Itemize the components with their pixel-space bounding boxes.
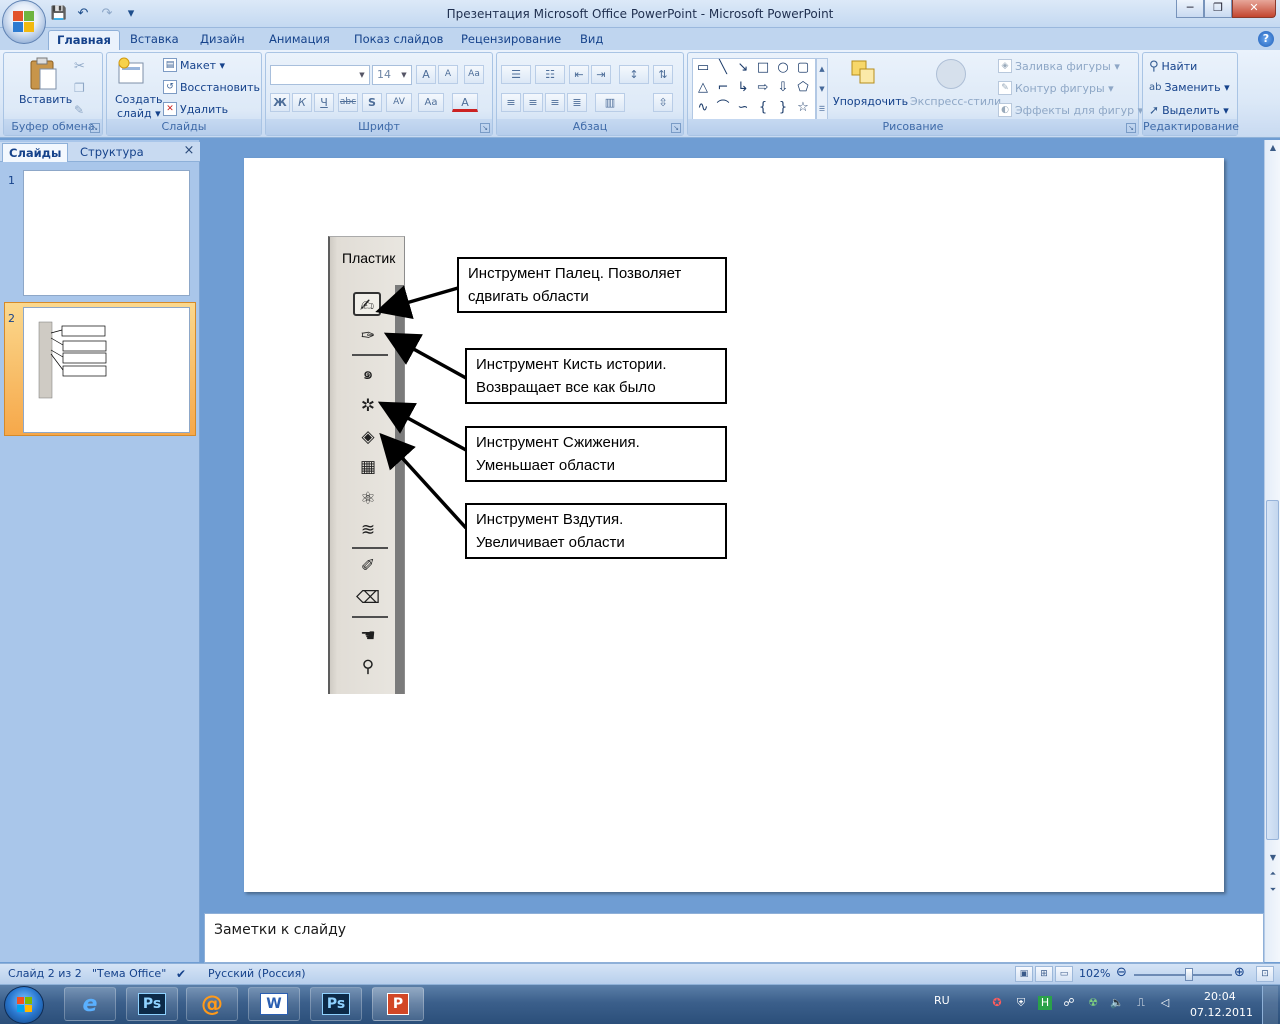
windows-logo-icon <box>17 997 32 1012</box>
callout-line: Увеличивает области <box>476 534 625 551</box>
callout-line: Уменьшает области <box>476 457 615 474</box>
callout-history-brush[interactable]: Инструмент Кисть истории. Возвращает все… <box>465 348 727 404</box>
callout-pucker-tool[interactable]: Инструмент Сжижения. Уменьшает области <box>465 426 727 482</box>
slide-sorter-icon[interactable]: ⊞ <box>1035 966 1053 982</box>
network-icon[interactable]: ⎍ <box>1134 996 1148 1010</box>
volume-icon[interactable]: ◁ <box>1158 996 1172 1010</box>
zoom-slider-thumb[interactable] <box>1184 968 1193 981</box>
clock-date[interactable]: 07.12.2011 <box>1190 1006 1253 1019</box>
notes-placeholder[interactable]: Заметки к слайду <box>214 922 346 938</box>
arrow-3 <box>377 401 467 452</box>
language[interactable]: Русский (Россия) <box>208 967 306 980</box>
scroll-thumb[interactable] <box>1266 500 1279 840</box>
taskbar-photoshop-1[interactable]: Ps <box>126 987 178 1021</box>
start-button[interactable] <box>4 986 44 1024</box>
taskbar-photoshop-2[interactable]: Ps <box>310 987 362 1021</box>
zoom-slider-track[interactable] <box>1134 974 1232 976</box>
input-language[interactable]: RU <box>934 994 950 1007</box>
powerpoint-icon: P <box>386 993 410 1015</box>
next-slide-icon[interactable]: ⏷ <box>1265 882 1280 898</box>
taskbar-word[interactable]: W <box>248 987 300 1021</box>
photoshop-icon: Ps <box>321 993 351 1015</box>
network-share-icon[interactable]: ☍ <box>1062 996 1076 1010</box>
status-bar: Слайд 2 из 2 "Тема Office" ✔ Русский (Ро… <box>0 963 1280 984</box>
callout-finger-tool[interactable]: Инструмент Палец. Позволяет сдвигать обл… <box>457 257 727 313</box>
zoom-level[interactable]: 102% <box>1079 967 1110 980</box>
taskbar-mail-agent[interactable]: @ <box>186 987 238 1021</box>
office-logo-icon <box>13 11 35 33</box>
zoom-in-icon[interactable]: ⊕ <box>1234 965 1245 980</box>
scroll-up-icon[interactable]: ▲ <box>1265 140 1280 156</box>
vertical-scrollbar[interactable]: ▲ ▼ ⏶ ⏷ <box>1264 140 1280 962</box>
show-desktop-button[interactable] <box>1262 986 1278 1024</box>
callout-line: Инструмент Палец. Позволяет <box>468 265 682 282</box>
office-button[interactable] <box>2 0 46 44</box>
spellcheck-icon[interactable]: ✔ <box>176 967 186 981</box>
scroll-down-icon[interactable]: ▼ <box>1265 850 1280 866</box>
photoshop-icon: Ps <box>137 993 167 1015</box>
arrow-4 <box>379 432 468 530</box>
fit-to-window-icon[interactable]: ⊡ <box>1256 966 1274 982</box>
callout-line: сдвигать области <box>468 288 589 305</box>
callout-line: Инструмент Вздутия. <box>476 511 624 528</box>
arrow-2 <box>383 332 467 380</box>
word-icon: W <box>260 993 288 1015</box>
taskbar-ie[interactable]: e <box>64 987 116 1021</box>
zoom-out-icon[interactable]: ⊖ <box>1116 965 1127 980</box>
previous-slide-icon[interactable]: ⏶ <box>1265 866 1280 882</box>
taskbar-powerpoint[interactable]: P <box>372 987 424 1021</box>
speaker-icon[interactable]: 🔈 <box>1110 996 1124 1010</box>
slide-counter: Слайд 2 из 2 <box>8 967 82 980</box>
callout-line: Инструмент Сжижения. <box>476 434 640 451</box>
security-shield-icon[interactable]: ⛨ <box>1014 996 1028 1010</box>
arrow-1 <box>375 285 459 320</box>
callout-line: Инструмент Кисть истории. <box>476 356 667 373</box>
callout-line: Возвращает все как было <box>476 379 656 396</box>
notes-pane[interactable] <box>204 913 1264 963</box>
tray-app-icon[interactable]: ✪ <box>990 996 1004 1010</box>
theme-name[interactable]: "Тема Office" <box>92 967 166 980</box>
tray-antivirus-icon[interactable]: ☢ <box>1086 996 1100 1010</box>
callout-bloat-tool[interactable]: Инструмент Вздутия. Увеличивает области <box>465 503 727 559</box>
tray-h-icon[interactable]: H <box>1038 996 1052 1010</box>
slideshow-icon[interactable]: ▭ <box>1055 966 1073 982</box>
normal-view-icon[interactable]: ▣ <box>1015 966 1033 982</box>
clock-time[interactable]: 20:04 <box>1204 990 1236 1003</box>
